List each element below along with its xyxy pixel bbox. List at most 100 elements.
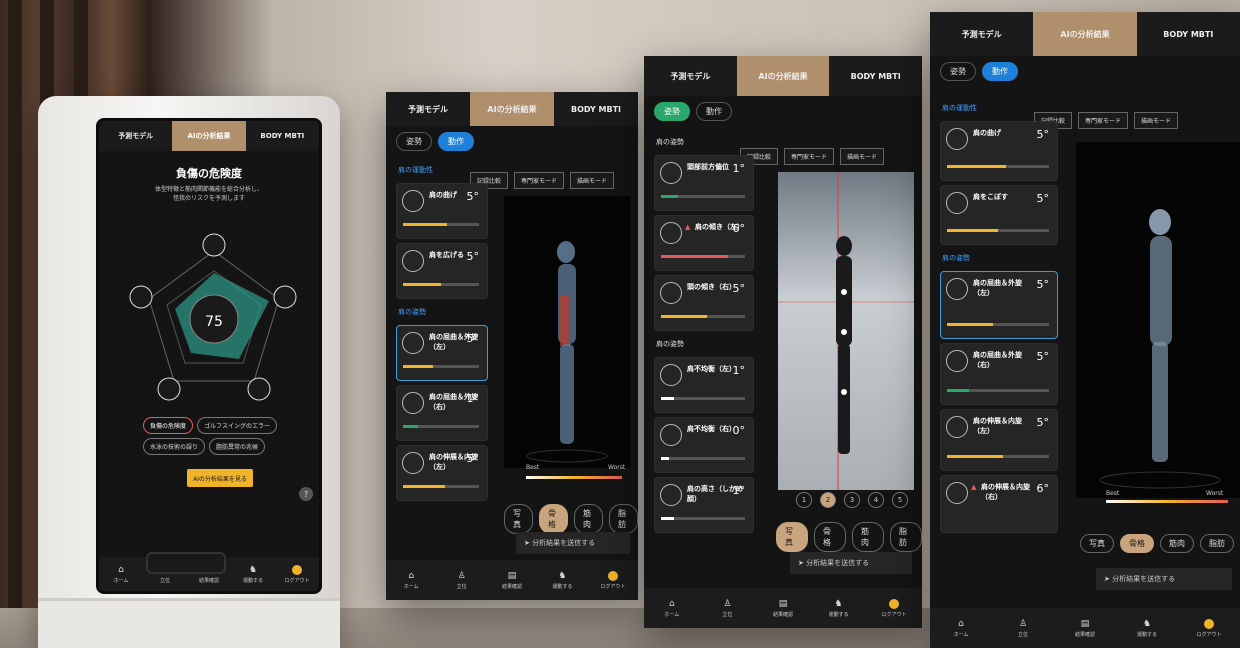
photo-posture-viewer[interactable] (778, 172, 914, 490)
nav-results[interactable]: ▤ 結果確認 (755, 588, 811, 628)
toggle-posture[interactable]: 姿勢 (940, 62, 976, 81)
expert-mode-button[interactable]: 専門家モード (1078, 112, 1129, 129)
section-title: 肩の姿勢 (942, 254, 970, 262)
metric-name: 肩の屈曲＆外旋（左） (429, 333, 478, 351)
chip-injury-risk[interactable]: 負傷の危険度 (143, 417, 194, 434)
layer-photo[interactable]: 写真 (504, 504, 533, 534)
nav-label: ホーム (403, 583, 419, 590)
layer-photo[interactable]: 写真 (1080, 534, 1114, 553)
layer-muscle[interactable]: 筋肉 (852, 522, 884, 552)
metric-card[interactable]: 頭部前方偏位 1° (654, 155, 754, 211)
nav-home[interactable]: ⌂ ホーム (644, 588, 700, 628)
body-3d-viewer[interactable] (504, 196, 630, 468)
skeleton-3d-viewer[interactable] (1076, 142, 1240, 498)
layer-fat[interactable]: 脂肪 (1200, 534, 1234, 553)
metric-card[interactable]: 肩不均衡（左） 1° (654, 357, 754, 413)
send-results-button[interactable]: ➤ 分析結果を送信する (516, 532, 630, 554)
nav-stand[interactable]: ♙ 立位 (992, 608, 1054, 648)
tab-ai-results[interactable]: AIの分析結果 (172, 121, 246, 151)
draw-mode-button[interactable]: 描画モード (1134, 112, 1179, 129)
metric-card[interactable]: 肩を広げる 5° (396, 243, 488, 299)
metric-card[interactable]: 頭の傾き（右） 5° (654, 275, 754, 331)
layer-skeleton[interactable]: 骨格 (814, 522, 846, 552)
page-2[interactable]: 2 (820, 492, 836, 508)
tab-prediction[interactable]: 予測モデル (386, 92, 470, 126)
nav-logout[interactable]: ログアウト (866, 588, 922, 628)
toggle-motion[interactable]: 動作 (696, 102, 732, 121)
send-results-button[interactable]: ➤ 分析結果を送信する (790, 552, 912, 574)
nav-exercise[interactable]: ♞ 運動する (537, 560, 587, 600)
tab-ai-results[interactable]: AIの分析結果 (736, 56, 830, 96)
metric-card[interactable]: ▲ 肩の伸展＆内旋（右） 6° (940, 475, 1058, 533)
metric-card[interactable]: 肩不均衡（右） 0° (654, 417, 754, 473)
metric-card[interactable]: 肩をこぼす 5° (940, 185, 1058, 245)
page-4[interactable]: 4 (868, 492, 884, 508)
toggle-posture[interactable]: 姿勢 (654, 102, 690, 121)
nav-exercise[interactable]: ♞ 運動する (231, 557, 275, 591)
chip-fat-anomaly[interactable]: 脂肪異常の兆候 (209, 438, 266, 455)
metric-card[interactable]: 肩の伸展＆内旋（左） 5° (396, 445, 488, 501)
metric-bar (661, 517, 745, 520)
run-icon: ♞ (248, 564, 258, 575)
metric-card[interactable]: 肩の屈曲＆外旋（左） 5° (396, 325, 488, 381)
metric-bar (403, 485, 479, 488)
tab-prediction[interactable]: 予測モデル (644, 56, 737, 96)
page-3[interactable]: 3 (844, 492, 860, 508)
nav-stand[interactable]: ♙ 立位 (700, 588, 756, 628)
kiosk-tabs: 予測モデル AIの分析結果 BODY MBTI (99, 121, 319, 151)
metric-card[interactable]: 肩の屈曲＆外旋（左） 5° (940, 271, 1058, 339)
metric-card[interactable]: 肩の曲げ 5° (396, 183, 488, 239)
layer-photo[interactable]: 写真 (776, 522, 808, 552)
nav-home[interactable]: ⌂ ホーム (99, 557, 143, 591)
chip-golf-swing[interactable]: ゴルフスイングのエラー (197, 417, 278, 434)
metric-card[interactable]: 肩の屈曲＆外旋（右） 5° (940, 343, 1058, 405)
layer-skeleton[interactable]: 骨格 (1120, 534, 1154, 553)
tab-body-mbti[interactable]: BODY MBTI (829, 56, 922, 96)
metric-card[interactable]: ▲ 肩の傾き（左） 6° (654, 215, 754, 271)
toggle-motion[interactable]: 動作 (438, 132, 474, 151)
tab-ai-results[interactable]: AIの分析結果 (1033, 12, 1137, 56)
nav-stand[interactable]: ♙ 立位 (436, 560, 486, 600)
tab-body-mbti[interactable]: BODY MBTI (246, 121, 319, 151)
tab-body-mbti[interactable]: BODY MBTI (554, 92, 638, 126)
view-ai-results-button[interactable]: AIの分析結果を見る (187, 469, 253, 487)
metric-bar (403, 425, 479, 428)
tab-ai-results[interactable]: AIの分析結果 (470, 92, 554, 126)
metric-card[interactable]: 肩の屈曲＆外旋（右） 1° (396, 385, 488, 441)
draw-mode-button[interactable]: 描画モード (570, 172, 615, 189)
metric-card[interactable]: 肩の伸展＆内旋（左） 5° (940, 409, 1058, 471)
nav-home[interactable]: ⌂ ホーム (930, 608, 992, 648)
layer-fat[interactable]: 脂肪 (890, 522, 922, 552)
body-part-icon (247, 377, 271, 401)
layer-muscle[interactable]: 筋肉 (574, 504, 603, 534)
layer-skeleton[interactable]: 骨格 (539, 504, 568, 534)
clipboard-icon: ▤ (507, 570, 517, 581)
metric-card[interactable]: 肩の曲げ 5° (940, 121, 1058, 181)
tab-prediction[interactable]: 予測モデル (930, 12, 1033, 56)
expert-mode-button[interactable]: 専門家モード (514, 172, 565, 189)
page-1[interactable]: 1 (796, 492, 812, 508)
tab-body-mbti[interactable]: BODY MBTI (1137, 12, 1240, 56)
shoulder-icon (402, 332, 424, 354)
nav-results[interactable]: ▤ 結果確認 (1054, 608, 1116, 648)
toggle-posture[interactable]: 姿勢 (396, 132, 432, 151)
nav-logout[interactable]: ログアウト (588, 560, 638, 600)
help-icon[interactable]: ? (299, 487, 313, 501)
shoulder-icon (402, 250, 424, 272)
send-results-button[interactable]: ➤ 分析結果を送信する (1096, 568, 1232, 590)
nav-exercise[interactable]: ♞ 運動する (811, 588, 867, 628)
metric-card[interactable]: 肩の高さ（しかめ顔） 1° (654, 477, 754, 533)
expert-mode-button[interactable]: 専門家モード (784, 148, 835, 165)
toggle-motion[interactable]: 動作 (982, 62, 1018, 81)
layer-muscle[interactable]: 筋肉 (1160, 534, 1194, 553)
nav-home[interactable]: ⌂ ホーム (386, 560, 436, 600)
layer-fat[interactable]: 脂肪 (609, 504, 638, 534)
nav-exercise[interactable]: ♞ 運動する (1116, 608, 1178, 648)
nav-logout[interactable]: ログアウト (275, 557, 319, 591)
nav-logout[interactable]: ログアウト (1178, 608, 1240, 648)
nav-results[interactable]: ▤ 結果確認 (487, 560, 537, 600)
page-5[interactable]: 5 (892, 492, 908, 508)
draw-mode-button[interactable]: 描画モード (840, 148, 885, 165)
chip-swim-technique[interactable]: 水泳の技術の誤り (143, 438, 206, 455)
tab-prediction[interactable]: 予測モデル (99, 121, 172, 151)
